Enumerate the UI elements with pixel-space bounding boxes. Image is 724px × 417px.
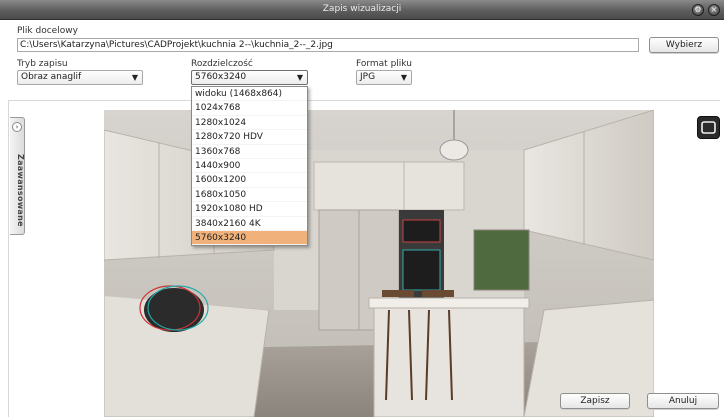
mode-select[interactable]: Obraz anaglif ▼: [17, 70, 143, 85]
cancel-button[interactable]: Anuluj: [647, 393, 719, 409]
resolution-dropdown-list[interactable]: widoku (1468x864) 1024x768 1280x1024 128…: [191, 86, 308, 247]
mode-select-value: Obraz anaglif: [21, 72, 82, 82]
close-icon[interactable]: ×: [708, 4, 720, 16]
resolution-option[interactable]: 1280x720 HDV: [192, 130, 307, 145]
chevron-down-icon: ▼: [400, 73, 407, 82]
format-select-value: JPG: [360, 72, 376, 82]
resolution-label: Rozdzielczość: [191, 59, 253, 69]
file-label: Plik docelowy: [17, 26, 78, 36]
resolution-select-value: 5760x3240: [195, 72, 247, 82]
advanced-panel-tab[interactable]: › Zaawansowane: [10, 117, 25, 235]
kitchen-render-image: [104, 110, 654, 417]
resolution-option[interactable]: 1280x1024: [192, 116, 307, 131]
resolution-select[interactable]: 5760x3240 ▼: [191, 70, 308, 85]
fullscreen-icon[interactable]: [697, 116, 720, 139]
advanced-panel-label: Zaawansowane: [16, 154, 25, 227]
resolution-option[interactable]: 1024x768: [192, 101, 307, 116]
resolution-option[interactable]: 3840x2160 4K: [192, 217, 307, 231]
resolution-option[interactable]: 1920x1080 HD: [192, 202, 307, 217]
resolution-option[interactable]: 1600x1200: [192, 173, 307, 188]
resolution-option[interactable]: 1440x900: [192, 159, 307, 174]
gear-icon[interactable]: ⚙: [692, 4, 704, 16]
window-titlebar: Zapis wizualizacji ⚙ ×: [0, 0, 724, 20]
chevron-right-icon[interactable]: ›: [12, 122, 22, 132]
window-title: Zapis wizualizacji: [322, 4, 402, 14]
render-preview: [104, 110, 654, 417]
format-label: Format pliku: [356, 59, 412, 69]
panel-divider: [8, 100, 720, 101]
browse-button[interactable]: Wybierz: [649, 37, 719, 53]
resolution-option[interactable]: widoku (1468x864): [192, 87, 307, 102]
resolution-option-selected[interactable]: 5760x3240: [192, 230, 307, 246]
save-button[interactable]: Zapisz: [560, 393, 630, 409]
file-path-field[interactable]: C:\Users\Katarzyna\Pictures\CADProjekt\k…: [17, 38, 639, 52]
chevron-down-icon: ▼: [131, 73, 138, 82]
resolution-option[interactable]: 1360x768: [192, 145, 307, 159]
chevron-down-icon: ▼: [296, 73, 303, 82]
format-select[interactable]: JPG ▼: [356, 70, 412, 85]
resolution-option[interactable]: 1680x1050: [192, 188, 307, 203]
panel-left-border: [8, 100, 9, 417]
mode-label: Tryb zapisu: [17, 59, 68, 69]
